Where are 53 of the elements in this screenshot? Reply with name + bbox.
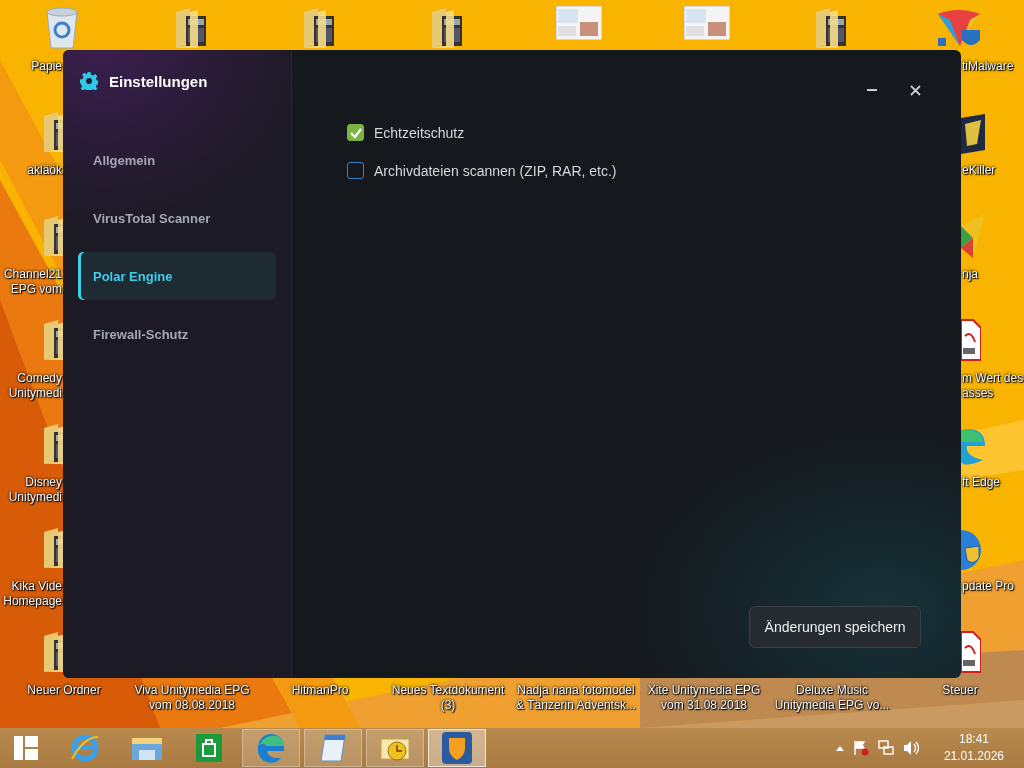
thumbnail-icon[interactable] [556, 6, 602, 40]
nav-tab[interactable]: Allgemein [78, 136, 276, 184]
desktop-icon-label[interactable]: Disney Unitymedi [0, 475, 62, 505]
browser-e-icon[interactable] [70, 733, 100, 763]
desktop-icon-label[interactable]: m Wert des asses [962, 371, 1024, 401]
nav-tab[interactable]: Polar Engine [78, 252, 276, 300]
desktop-icon-label[interactable]: ft Edge [962, 475, 1001, 490]
desktop-icon-label[interactable]: akläök [0, 163, 62, 178]
thumbnail-icon[interactable] [684, 6, 730, 40]
settings-icon [80, 72, 98, 90]
checkbox[interactable] [347, 162, 364, 179]
notepad-icon[interactable] [319, 733, 347, 763]
desktop-icon-label[interactable]: Deluxe Music Unitymedia EPG vo... [768, 683, 896, 713]
desktop-icon-label[interactable]: Steuer [896, 683, 1024, 698]
pdf-file-icon[interactable] [961, 318, 981, 362]
desktop-icon-label[interactable]: Viva Unitymedia EPG vom 08.08.2018 [128, 683, 256, 713]
shield-icon[interactable] [442, 732, 472, 764]
close-icon[interactable] [910, 84, 921, 96]
desktop-icon-label[interactable]: Neuer Ordner [0, 683, 128, 698]
desktop-icon-label[interactable]: Channel21 EPG vom [0, 267, 62, 297]
desktop-icon-label[interactable]: Neues Textdokument (3) [384, 683, 512, 713]
desktop-icon-label[interactable]: eKiller [962, 163, 996, 178]
desktop-icon-label[interactable]: Xite Unitymedia EPG vom 31.08.2018 [640, 683, 768, 713]
checkbox[interactable] [347, 124, 364, 141]
nav-tab[interactable]: VirusTotal Scanner [78, 194, 276, 242]
desktop-icon-label[interactable]: Nadja nana fotomodel & Tänzerin Adventsk... [512, 683, 640, 713]
taskbar-button[interactable] [366, 729, 424, 767]
network-icon[interactable] [877, 740, 894, 756]
desktop-icon-label[interactable]: tiMalware [962, 59, 1014, 74]
desktop-icon-label[interactable]: nja [962, 267, 978, 282]
triangle-app-icon[interactable] [961, 214, 985, 258]
desktop-icon-label[interactable]: HitmanPro [256, 683, 384, 698]
clock-time[interactable]: 18:41 [958, 731, 989, 748]
desktop-icon-label[interactable]: Comedy Unitymedi [0, 371, 62, 401]
start-icon[interactable] [14, 736, 38, 760]
edge-icon[interactable] [255, 732, 287, 764]
nav-tab[interactable]: Firewall-Schutz [78, 310, 276, 358]
store-bag-icon[interactable] [196, 734, 222, 762]
recycle-bin-icon[interactable] [44, 6, 80, 50]
desktop-icon-label[interactable]: Kika Vide Homepage [0, 579, 62, 609]
caret-up-icon[interactable] [835, 745, 844, 751]
window-title: Einstellungen [109, 72, 208, 90]
flag-icon[interactable] [852, 740, 869, 756]
desktop-icon-label[interactable]: pdate Pro [962, 579, 1015, 594]
taskbar-button[interactable] [304, 729, 362, 767]
speaker-icon[interactable] [902, 740, 921, 756]
option-label: Echtzeitschutz [374, 124, 465, 141]
option-label: Archivdateien scannen (ZIP, RAR, etc.) [374, 162, 617, 179]
clock-date[interactable]: 21.01.2026 [943, 748, 1004, 765]
save-button[interactable]: Änderungen speichern [749, 606, 921, 648]
pdf-file-icon[interactable] [961, 630, 981, 674]
desktop-icon-label[interactable]: Papie [0, 59, 62, 74]
taskbar-button[interactable] [428, 729, 486, 767]
